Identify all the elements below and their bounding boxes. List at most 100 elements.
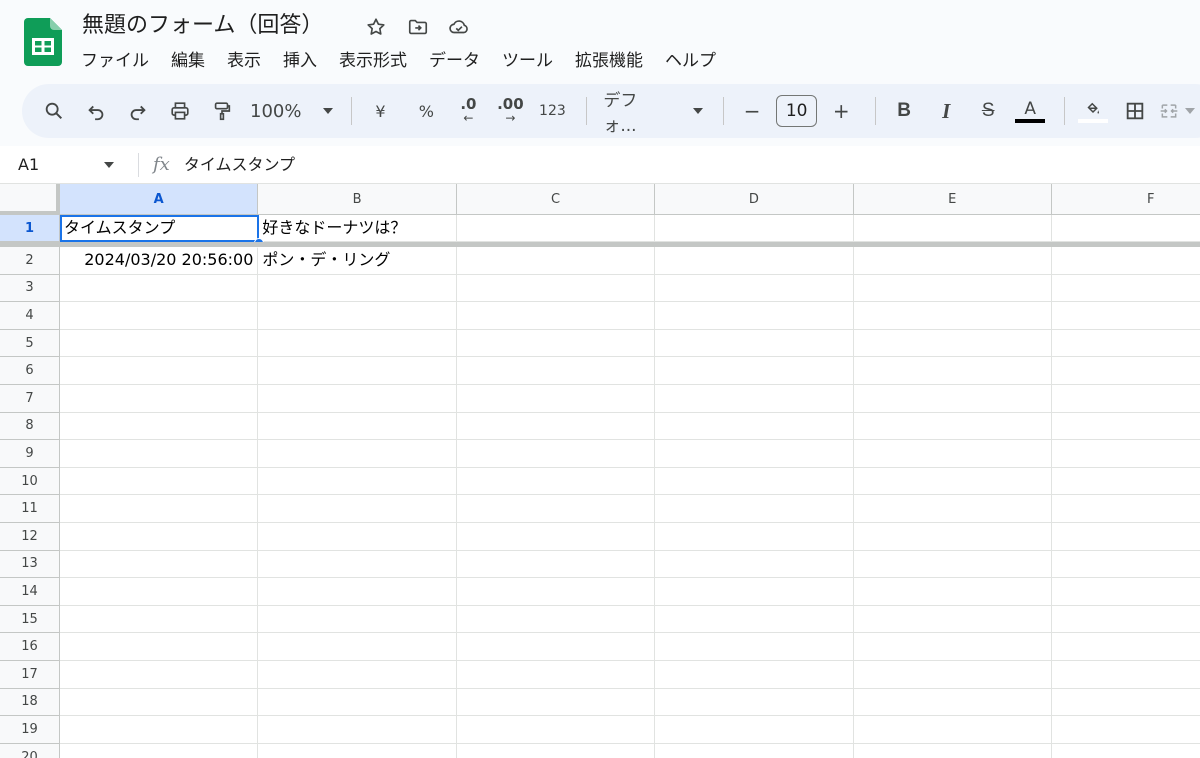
cell-c9[interactable] <box>456 440 656 468</box>
cell-b6[interactable] <box>258 357 457 385</box>
cell-f10[interactable] <box>1052 468 1200 496</box>
cell-c13[interactable] <box>456 550 656 579</box>
cell-c5[interactable] <box>456 329 656 358</box>
paint-format-icon[interactable] <box>204 93 240 129</box>
menu-file[interactable]: ファイル <box>70 46 160 76</box>
cell-f11[interactable] <box>1052 495 1200 523</box>
cell-e2[interactable] <box>853 247 1052 275</box>
cell-d16[interactable] <box>655 633 854 661</box>
cloud-saved-icon[interactable] <box>446 14 472 40</box>
cell-b14[interactable] <box>258 578 457 606</box>
redo-icon[interactable] <box>120 93 156 129</box>
menu-edit[interactable]: 編集 <box>160 46 216 76</box>
cell-a13[interactable] <box>60 550 259 579</box>
cell-d9[interactable] <box>655 440 854 468</box>
cell-c15[interactable] <box>456 605 656 634</box>
row-header-17[interactable]: 17 <box>0 661 60 689</box>
row-header-7[interactable]: 7 <box>0 385 60 413</box>
freeze-row-divider[interactable] <box>0 242 1200 247</box>
cell-f1[interactable] <box>1052 215 1200 242</box>
cell-e15[interactable] <box>853 605 1052 634</box>
cell-f12[interactable] <box>1052 523 1200 551</box>
cell-c7[interactable] <box>456 385 656 413</box>
cell-d10[interactable] <box>655 467 854 496</box>
cell-a10[interactable] <box>60 467 259 496</box>
cell-e16[interactable] <box>853 633 1052 661</box>
cell-b13[interactable] <box>258 550 457 579</box>
cell-f20[interactable] <box>1052 744 1200 758</box>
percent-format-button[interactable]: % <box>408 93 444 129</box>
cell-e10[interactable] <box>853 467 1052 496</box>
column-header-c[interactable]: C <box>456 184 656 215</box>
menu-format[interactable]: 表示形式 <box>328 46 418 76</box>
cell-d4[interactable] <box>655 302 854 330</box>
fill-color-icon[interactable] <box>1075 93 1111 129</box>
cell-d11[interactable] <box>655 495 854 523</box>
row-header-14[interactable]: 14 <box>0 578 60 606</box>
cell-a5[interactable] <box>60 329 259 358</box>
document-title[interactable]: 無題のフォーム（回答） <box>82 10 323 42</box>
cell-d12[interactable] <box>655 523 854 551</box>
cell-f16[interactable] <box>1052 633 1200 661</box>
cell-a20[interactable] <box>60 743 259 758</box>
cell-c3[interactable] <box>456 274 656 303</box>
cell-f18[interactable] <box>1052 689 1200 717</box>
row-header-4[interactable]: 4 <box>0 302 60 330</box>
cell-f15[interactable] <box>1052 606 1200 634</box>
decrease-font-size-button[interactable]: − <box>734 93 770 129</box>
cell-e12[interactable] <box>853 523 1052 551</box>
row-header-18[interactable]: 18 <box>0 688 60 717</box>
menu-insert[interactable]: 挿入 <box>272 46 328 76</box>
row-header-5[interactable]: 5 <box>0 329 60 358</box>
cell-e9[interactable] <box>853 440 1052 468</box>
more-formats-button[interactable]: 123 <box>534 93 570 129</box>
cell-d3[interactable] <box>655 274 854 303</box>
increase-decimal-button[interactable]: .00 → <box>492 93 528 129</box>
cell-b16[interactable] <box>258 633 457 661</box>
cell-f9[interactable] <box>1052 440 1200 468</box>
font-family-select[interactable]: デフォ... <box>597 86 709 136</box>
column-header-d[interactable]: D <box>655 184 854 215</box>
cell-a6[interactable] <box>60 357 259 385</box>
cell-a3[interactable] <box>60 274 259 303</box>
cell-d1[interactable] <box>655 215 854 242</box>
sheets-logo-icon[interactable] <box>24 18 62 66</box>
cell-b19[interactable] <box>258 716 457 744</box>
cell-b4[interactable] <box>258 302 457 330</box>
cell-a18[interactable] <box>60 688 259 717</box>
cell-a1[interactable]: タイムスタンプ <box>60 215 259 242</box>
cell-d7[interactable] <box>655 385 854 413</box>
undo-icon[interactable] <box>78 93 114 129</box>
cell-a12[interactable] <box>60 523 259 551</box>
menu-tools[interactable]: ツール <box>491 46 564 76</box>
cell-a7[interactable] <box>60 385 259 413</box>
row-header-20[interactable]: 20 <box>0 743 60 758</box>
cell-e8[interactable] <box>853 412 1052 441</box>
cell-f3[interactable] <box>1052 275 1200 303</box>
cell-d8[interactable] <box>655 412 854 441</box>
row-header-8[interactable]: 8 <box>0 412 60 441</box>
cell-e19[interactable] <box>853 716 1052 744</box>
cell-d14[interactable] <box>655 578 854 606</box>
row-header-1[interactable]: 1 <box>0 215 60 242</box>
cell-c18[interactable] <box>456 688 656 717</box>
cell-f8[interactable] <box>1052 413 1200 441</box>
column-header-e[interactable]: E <box>853 184 1052 215</box>
increase-font-size-button[interactable]: + <box>823 93 859 129</box>
cell-c1[interactable] <box>456 215 656 242</box>
row-header-10[interactable]: 10 <box>0 467 60 496</box>
cell-c2[interactable] <box>456 247 656 275</box>
cell-e13[interactable] <box>853 550 1052 579</box>
row-header-16[interactable]: 16 <box>0 633 60 661</box>
cell-b3[interactable] <box>258 274 457 303</box>
cell-b12[interactable] <box>258 523 457 551</box>
strikethrough-button[interactable]: S <box>970 93 1006 129</box>
merge-cells-icon[interactable] <box>1159 93 1196 129</box>
cell-d18[interactable] <box>655 688 854 717</box>
cell-d19[interactable] <box>655 716 854 744</box>
cell-c4[interactable] <box>456 302 656 330</box>
row-header-19[interactable]: 19 <box>0 716 60 744</box>
row-header-13[interactable]: 13 <box>0 550 60 579</box>
cell-d20[interactable] <box>655 743 854 758</box>
cell-a14[interactable] <box>60 578 259 606</box>
